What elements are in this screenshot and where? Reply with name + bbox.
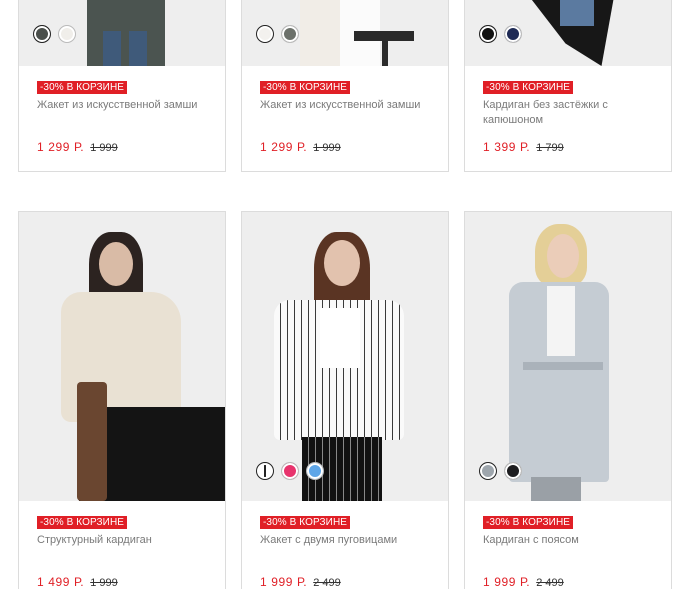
product-card[interactable]: -30% В КОРЗИНЕ Структурный кардиган 1 49… xyxy=(18,211,226,589)
product-price: 1 999 Р. xyxy=(260,575,308,589)
color-swatch[interactable] xyxy=(256,462,274,480)
color-swatch[interactable] xyxy=(33,25,51,43)
discount-badge: -30% В КОРЗИНЕ xyxy=(483,516,574,529)
old-price: 1 999 xyxy=(90,142,118,154)
product-card[interactable]: -30% В КОРЗИНЕ Кардиган без застёжки с к… xyxy=(464,0,672,172)
product-title[interactable]: Жакет из искусственной замши xyxy=(260,98,430,128)
old-price: 1 999 xyxy=(90,577,118,589)
color-swatches xyxy=(256,462,324,480)
product-card[interactable]: -30% В КОРЗИНЕ Жакет с двумя пуговицами … xyxy=(241,211,449,589)
old-price: 1 799 xyxy=(536,142,564,154)
product-title[interactable]: Жакет с двумя пуговицами xyxy=(260,533,430,563)
old-price: 2 499 xyxy=(313,577,341,589)
product-price: 1 399 Р. xyxy=(483,140,531,154)
color-swatch[interactable] xyxy=(306,462,324,480)
product-price: 1 299 Р. xyxy=(260,140,308,154)
product-title[interactable]: Жакет из искусственной замши xyxy=(37,98,207,128)
product-card[interactable]: -30% В КОРЗИНЕ Кардиган с поясом 1 999 Р… xyxy=(464,211,672,589)
product-card[interactable]: -30% В КОРЗИНЕ Жакет из искусственной за… xyxy=(18,0,226,172)
color-swatches xyxy=(256,25,299,43)
color-swatches xyxy=(479,462,522,480)
product-price: 1 299 Р. xyxy=(37,140,85,154)
color-swatch[interactable] xyxy=(479,25,497,43)
discount-badge: -30% В КОРЗИНЕ xyxy=(483,81,574,94)
product-price: 1 999 Р. xyxy=(483,575,531,589)
product-card[interactable]: -30% В КОРЗИНЕ Жакет из искусственной за… xyxy=(241,0,449,172)
color-swatch[interactable] xyxy=(281,462,299,480)
old-price: 2 499 xyxy=(536,577,564,589)
product-photo[interactable] xyxy=(19,212,225,501)
color-swatches xyxy=(33,25,76,43)
discount-badge: -30% В КОРЗИНЕ xyxy=(37,81,128,94)
color-swatch[interactable] xyxy=(256,25,274,43)
product-title[interactable]: Структурный кардиган xyxy=(37,533,207,563)
product-photo[interactable] xyxy=(465,212,671,501)
color-swatch[interactable] xyxy=(281,25,299,43)
color-swatch[interactable] xyxy=(504,25,522,43)
discount-badge: -30% В КОРЗИНЕ xyxy=(260,81,351,94)
discount-badge: -30% В КОРЗИНЕ xyxy=(37,516,128,529)
color-swatch[interactable] xyxy=(479,462,497,480)
discount-badge: -30% В КОРЗИНЕ xyxy=(260,516,351,529)
color-swatches xyxy=(479,25,522,43)
product-title[interactable]: Кардиган без застёжки с капюшоном xyxy=(483,98,653,128)
product-title[interactable]: Кардиган с поясом xyxy=(483,533,653,563)
old-price: 1 999 xyxy=(313,142,341,154)
color-swatch[interactable] xyxy=(58,25,76,43)
product-photo[interactable] xyxy=(242,212,448,501)
product-price: 1 499 Р. xyxy=(37,575,85,589)
color-swatch[interactable] xyxy=(504,462,522,480)
